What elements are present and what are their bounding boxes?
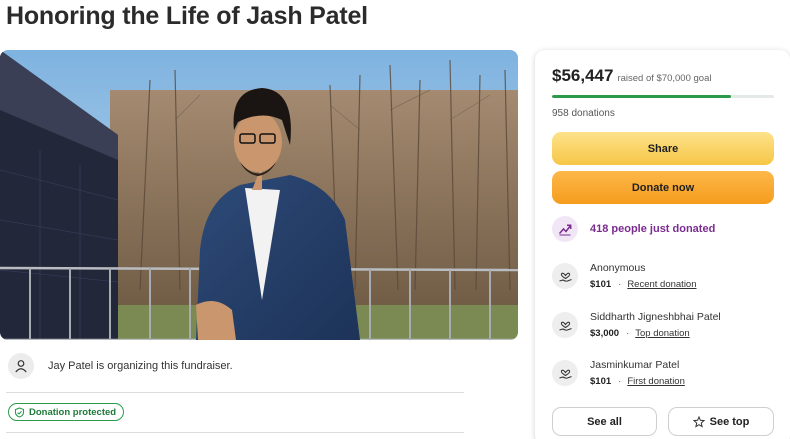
recent-donations-trend[interactable]: 418 people just donated: [552, 216, 715, 242]
donation-count: 958 donations: [552, 108, 615, 119]
organizer-text: Jay Patel is organizing this fundraiser.: [48, 360, 233, 372]
person-icon: [8, 353, 34, 379]
donor-amount: $101: [590, 279, 612, 290]
donor-name: Jasminkumar Patel: [590, 359, 680, 371]
donor-name: Anonymous: [590, 262, 646, 274]
trend-text: 418 people just donated: [590, 223, 716, 235]
share-button[interactable]: Share: [552, 132, 774, 165]
donor-item: Siddharth Jigneshbhai Patel $3,000 · Top…: [552, 311, 721, 339]
organizer-row: Jay Patel is organizing this fundraiser.: [8, 352, 233, 380]
donor-item: Anonymous $101 · Recent donation: [552, 262, 697, 290]
badge-label: Donation protected: [29, 406, 117, 418]
goal-text: raised of $70,000 goal: [617, 73, 712, 84]
donate-now-button[interactable]: Donate now: [552, 171, 774, 204]
campaign-photo: [0, 50, 518, 340]
donation-card: $56,447 raised of $70,000 goal 958 donat…: [535, 50, 790, 439]
see-top-label: See top: [709, 415, 750, 428]
donor-amount: $101: [590, 376, 612, 387]
donor-tag-link[interactable]: Top donation: [635, 328, 689, 339]
star-icon: [692, 415, 705, 428]
donor-tag-link[interactable]: Recent donation: [627, 279, 696, 290]
see-all-label: See all: [587, 415, 622, 428]
see-all-button[interactable]: See all: [552, 407, 657, 436]
donor-amount: $3,000: [590, 328, 620, 339]
shield-check-icon: [14, 406, 25, 418]
heart-hand-icon: [552, 263, 578, 289]
see-top-button[interactable]: See top: [668, 407, 774, 436]
heart-hand-icon: [552, 360, 578, 386]
donation-protected-badge[interactable]: Donation protected: [8, 403, 125, 421]
progress-fill: [552, 95, 731, 98]
raised-summary: $56,447 raised of $70,000 goal: [552, 66, 711, 86]
heart-hand-icon: [552, 312, 578, 338]
trending-up-icon: [552, 216, 578, 242]
divider: [6, 392, 464, 393]
raised-amount: $56,447: [552, 66, 614, 85]
divider: [6, 432, 464, 433]
donor-name: Siddharth Jigneshbhai Patel: [590, 311, 721, 323]
donor-item: Jasminkumar Patel $101 · First donation: [552, 359, 685, 387]
page-title: Honoring the Life of Jash Patel: [6, 2, 368, 30]
donor-tag-link[interactable]: First donation: [627, 376, 685, 387]
progress-bar: [552, 95, 774, 98]
